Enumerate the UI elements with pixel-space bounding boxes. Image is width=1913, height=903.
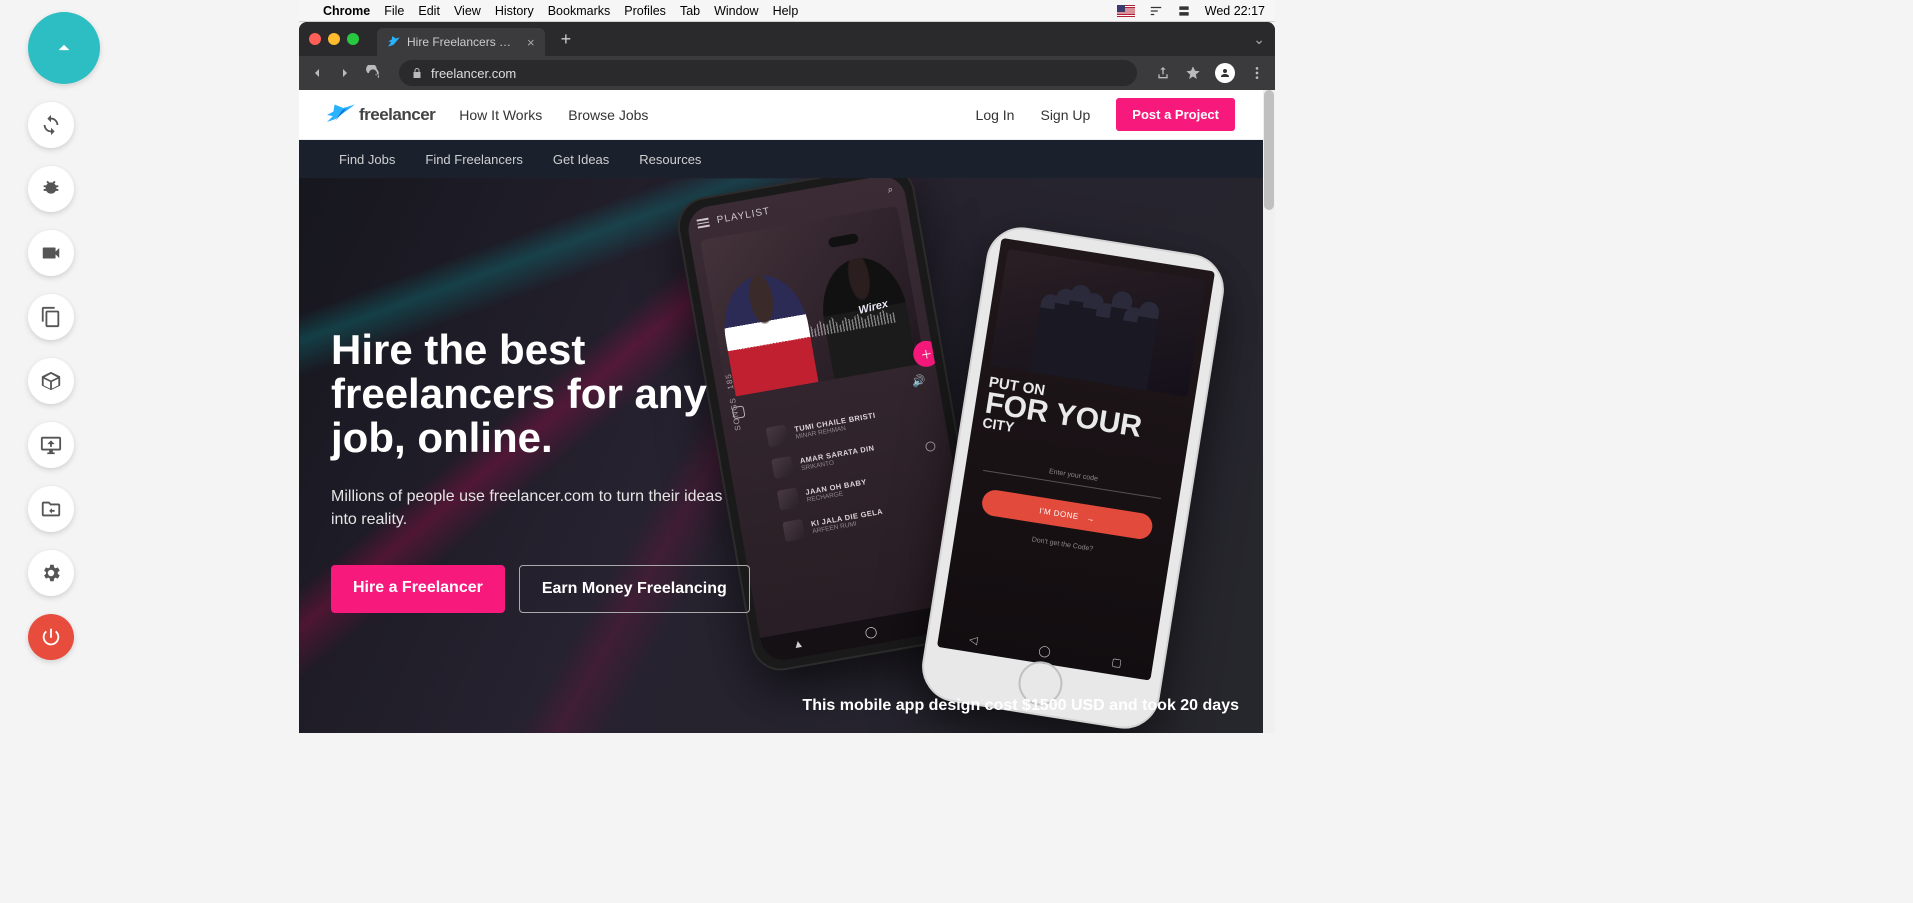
reload-button[interactable] (365, 65, 381, 81)
scrollbar-thumb[interactable] (1264, 90, 1274, 210)
volume-icon: 🔊 (911, 373, 927, 388)
chrome-window: Hire Freelancers & Find Freelan × + ⌄ fr… (299, 22, 1275, 733)
phone-a-title: PLAYLIST (716, 206, 771, 226)
hire-freelancer-button[interactable]: Hire a Freelancer (331, 565, 505, 613)
search-icon: ⌕ (887, 184, 895, 196)
record-button[interactable] (28, 230, 74, 276)
maximize-window-button[interactable] (347, 33, 359, 45)
hero-headline: Hire the best freelancers for any job, o… (331, 328, 771, 460)
hero-caption: This mobile app design cost $1500 USD an… (802, 697, 1239, 715)
menu-window[interactable]: Window (714, 4, 758, 18)
close-window-button[interactable] (309, 33, 321, 45)
mac-menubar: Chrome File Edit View History Bookmarks … (299, 0, 1275, 22)
page-content: freelancer How It Works Browse Jobs Log … (299, 90, 1263, 733)
address-bar[interactable]: freelancer.com (399, 60, 1137, 86)
monitor-icon (40, 434, 62, 456)
input-flag-icon[interactable] (1117, 5, 1135, 17)
folder-icon (40, 498, 62, 520)
power-icon (40, 626, 62, 648)
phone-a-followers: 7,287 FOLLOWERS (937, 364, 955, 431)
minimize-window-button[interactable] (328, 33, 340, 45)
power-button[interactable] (28, 614, 74, 660)
earn-money-button[interactable]: Earn Money Freelancing (519, 565, 750, 613)
phone-b-navbar: ◁◯▢ (938, 628, 1153, 675)
phone-b-heading: PUT ON FOR YOUR CITY (982, 376, 1146, 453)
hero-subtext: Millions of people use freelancer.com to… (331, 486, 731, 531)
back-button[interactable] (309, 65, 325, 81)
share-button[interactable] (1155, 65, 1171, 81)
signup-link[interactable]: Sign Up (1040, 107, 1090, 123)
menu-help[interactable]: Help (773, 4, 799, 18)
new-tab-button[interactable]: + (561, 29, 572, 50)
hero-section: Hire the best freelancers for any job, o… (299, 178, 1263, 733)
menu-profiles[interactable]: Profiles (624, 4, 666, 18)
chrome-tabstrip: Hire Freelancers & Find Freelan × + ⌄ (299, 22, 1275, 56)
forward-button[interactable] (337, 65, 353, 81)
site-subnav: Find Jobs Find Freelancers Get Ideas Res… (299, 140, 1263, 178)
clock[interactable]: Wed 22:17 (1205, 4, 1265, 18)
phone-a-songlist: TUMI CHAILE BRISTIMINAR REHMAN AMAR SARA… (766, 399, 948, 542)
bug-icon (40, 178, 62, 200)
app-name[interactable]: Chrome (323, 4, 370, 18)
url-text: freelancer.com (431, 66, 516, 81)
scrollbar-track[interactable] (1263, 90, 1275, 733)
tab-close-button[interactable]: × (527, 35, 535, 50)
cube-icon (40, 370, 62, 392)
login-link[interactable]: Log In (976, 107, 1015, 123)
collapse-toolbar-button[interactable] (28, 12, 100, 84)
nav-how-it-works[interactable]: How It Works (459, 107, 542, 123)
browser-tab[interactable]: Hire Freelancers & Find Freelan × (377, 28, 545, 56)
subnav-get-ideas[interactable]: Get Ideas (553, 152, 609, 167)
logo-bird-icon (327, 104, 355, 126)
burger-icon (697, 218, 710, 228)
gear-icon (40, 562, 62, 584)
settings-button[interactable] (28, 550, 74, 596)
package-button[interactable] (28, 358, 74, 404)
lock-icon (411, 67, 423, 79)
site-logo[interactable]: freelancer (327, 104, 435, 126)
bug-report-button[interactable] (28, 166, 74, 212)
control-center-icon[interactable] (1177, 4, 1191, 18)
bookmark-star-button[interactable] (1185, 65, 1201, 81)
menu-edit[interactable]: Edit (418, 4, 440, 18)
sync-icon (40, 114, 62, 136)
post-project-button[interactable]: Post a Project (1116, 98, 1235, 131)
logo-text: freelancer (359, 105, 435, 125)
kebab-menu-button[interactable] (1249, 65, 1265, 81)
host-toolbar (28, 12, 100, 660)
favicon-bird-icon (387, 35, 401, 49)
copy-button[interactable] (28, 294, 74, 340)
subnav-find-freelancers[interactable]: Find Freelancers (425, 152, 523, 167)
mac-window: Chrome File Edit View History Bookmarks … (299, 0, 1275, 733)
user-icon (1219, 67, 1231, 79)
tab-overflow-button[interactable]: ⌄ (1253, 31, 1265, 48)
menu-history[interactable]: History (495, 4, 534, 18)
menu-file[interactable]: File (384, 4, 404, 18)
window-controls (309, 33, 359, 45)
subnav-find-jobs[interactable]: Find Jobs (339, 152, 395, 167)
chrome-toolbar: freelancer.com (299, 56, 1275, 90)
menu-tab[interactable]: Tab (680, 4, 700, 18)
menu-view[interactable]: View (454, 4, 481, 18)
sunglasses-icon (828, 233, 859, 248)
toggles-icon[interactable] (1149, 4, 1163, 18)
site-header: freelancer How It Works Browse Jobs Log … (299, 90, 1263, 140)
copy-icon (40, 306, 62, 328)
video-icon (40, 242, 62, 264)
chevron-up-icon (51, 35, 77, 61)
subnav-resources[interactable]: Resources (639, 152, 701, 167)
nav-browse-jobs[interactable]: Browse Jobs (568, 107, 648, 123)
profile-button[interactable] (1215, 63, 1235, 83)
sync-button[interactable] (28, 102, 74, 148)
screenshare-button[interactable] (28, 422, 74, 468)
menu-bookmarks[interactable]: Bookmarks (548, 4, 611, 18)
files-button[interactable] (28, 486, 74, 532)
phone-mockup-b: PUT ON FOR YOUR CITY Enter your code I'M… (917, 222, 1229, 733)
phone-b-group-photo (990, 249, 1206, 397)
tab-title: Hire Freelancers & Find Freelan (407, 35, 517, 49)
